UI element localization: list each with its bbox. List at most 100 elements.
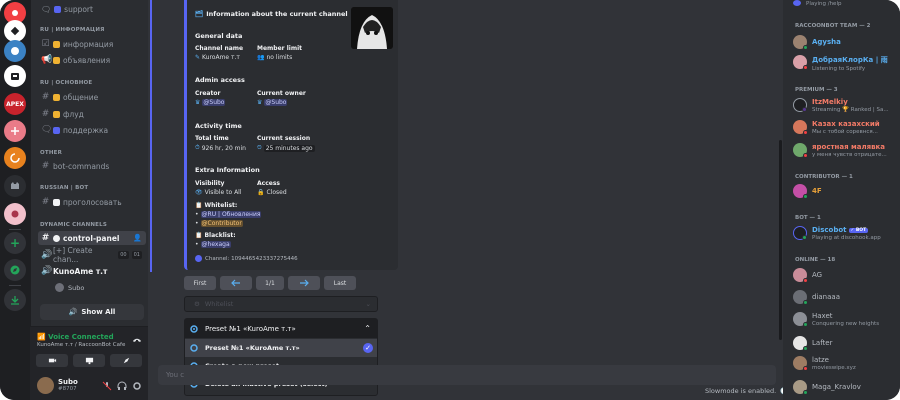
add-member-icon[interactable]: 👤 [133, 234, 142, 242]
compass-icon [10, 265, 20, 275]
channel-bot-commands[interactable]: # bot-commands [38, 159, 146, 173]
channel-flood[interactable]: # флуд [38, 107, 146, 121]
show-all-button[interactable]: 🔊 Show All [40, 304, 144, 320]
section-heading: Extra Information [195, 166, 260, 174]
first-page-button[interactable]: First [184, 276, 216, 290]
card-index-icon: 🗂 [195, 10, 204, 18]
member-dobraya[interactable]: ДобраяКлорКа | 雨 Listening to Spotify [793, 55, 888, 72]
status-online [802, 235, 807, 240]
screen-icon [85, 357, 93, 365]
member-lafter[interactable]: Lafter [793, 336, 832, 351]
member-latze[interactable]: latze movieswipe.xyz [793, 356, 856, 371]
channel-information[interactable]: ☑ информация [38, 37, 146, 51]
member-4f[interactable]: 4F [793, 184, 822, 199]
headphones-icon[interactable] [117, 381, 127, 391]
category-russian-bot[interactable]: RUSSIAN | BOT [40, 185, 88, 191]
whitelist-item: • @Contributor [195, 220, 243, 227]
server-icon-cat[interactable] [4, 175, 26, 197]
server-icon-anime[interactable] [4, 203, 26, 225]
avatar [793, 356, 808, 371]
last-page-button[interactable]: Last [324, 276, 356, 290]
user-mention[interactable]: @Subo [202, 99, 226, 106]
user-mention[interactable]: @Subo [264, 99, 288, 106]
mic-muted-icon[interactable] [102, 381, 112, 391]
channel-voice-kuroame[interactable]: 🔊 KunoAme т.т [38, 264, 146, 278]
server-icon-orange[interactable] [4, 147, 26, 169]
status-online [803, 390, 808, 395]
avatar [793, 35, 808, 50]
message-input[interactable]: You c [158, 365, 776, 385]
member-kazah[interactable]: Казах казахский Мы с тобой соревнся... [793, 120, 880, 135]
prev-page-button[interactable] [220, 276, 252, 290]
discord-window: APEX + 🗨 support RU | ИНФОРМАЦИЯ ☑ инфор… [0, 0, 900, 400]
channel-support[interactable]: 🗨 support [38, 2, 146, 16]
explore-button[interactable] [4, 259, 26, 281]
channel-info-embed: 🗂 Information about the current channel … [184, 0, 398, 270]
member-dianaaa[interactable]: dianaaa [793, 290, 840, 305]
server-icon-white[interactable] [4, 20, 26, 42]
category-ru-main[interactable]: RU | ОСНОВНОЕ [40, 80, 92, 86]
speaker-icon: 🔊 [68, 308, 78, 316]
server-icon-pink[interactable] [4, 120, 26, 142]
bot-icon [53, 234, 60, 242]
role-mention[interactable]: @RU | Обновления [200, 211, 262, 218]
field-label: Current owner [257, 90, 306, 97]
server-icon-robot[interactable] [4, 65, 26, 87]
category-ru-info[interactable]: RU | ИНФОРМАЦИЯ [40, 27, 105, 33]
camera-button[interactable] [36, 354, 68, 367]
member-ag[interactable]: AG [793, 268, 822, 283]
voice-status: 📶 Voice Connected [37, 333, 114, 341]
channel-announcements[interactable]: 📢 объявления [38, 53, 146, 67]
member-maga[interactable]: Maga_Kravlov [793, 380, 861, 395]
member-discobot[interactable]: Discobot ✓ BOT Playing at discohook.app [793, 226, 881, 241]
bot-avatar-icon [195, 255, 202, 262]
server-icon-blue[interactable] [4, 40, 26, 62]
next-page-button[interactable] [288, 276, 320, 290]
member-haxet[interactable]: Haxet Conquering new heights [793, 312, 879, 327]
chat-scrollbar[interactable] [779, 140, 782, 340]
channel-create[interactable]: 🔊 [+] Create chan... 00 01 [38, 246, 146, 264]
checkbox-icon: ☑ [41, 39, 50, 49]
voice-member[interactable]: Subo 🎙 [55, 283, 155, 292]
gear-icon[interactable] [132, 381, 142, 391]
category-dynamic[interactable]: DYNAMIC CHANNELS [40, 222, 107, 228]
embed-thumbnail[interactable] [351, 7, 393, 49]
avatar[interactable] [37, 377, 54, 394]
speaker-icon: 🔊 [41, 266, 53, 276]
bot-badge: ✓ BOT [848, 227, 869, 233]
preset-option[interactable]: Preset №1 «KuroAme т.т» ✓ [185, 339, 377, 357]
member-agysha[interactable]: Agysha [793, 35, 841, 50]
member-yarostnaya[interactable]: яростная малявка у меня чувств отрицате.… [793, 143, 887, 158]
user-count-badge: 00 [118, 251, 129, 259]
puzzle-icon [53, 110, 60, 118]
crown-icon: ♛ [195, 99, 201, 106]
blacklist-heading: 📋 Blacklist: [195, 232, 236, 239]
download-apps-button[interactable] [4, 289, 26, 311]
pin-icon [12, 10, 18, 16]
blacklist-item: • @hexaga [195, 241, 231, 248]
star-icon [53, 93, 60, 101]
channel-general[interactable]: # общение [38, 90, 146, 104]
activity-button[interactable] [110, 354, 142, 367]
role-mention[interactable]: @Contributor [200, 220, 243, 227]
preset-select-header[interactable]: Preset №1 «KuroAme т.т» ⌃ [185, 319, 377, 338]
mention-highlight-bar [150, 0, 152, 272]
channel-help[interactable]: 🗨 поддержка [38, 123, 146, 137]
whitelist-select[interactable]: ⚙ Whitelist ⌄ [184, 296, 378, 312]
channel-control-panel[interactable]: # control-panel 👤 [38, 231, 146, 245]
server-icon-apex[interactable]: APEX [4, 93, 26, 115]
user-mention[interactable]: @hexaga [200, 241, 231, 248]
access-value: 🔒 Closed [257, 189, 287, 196]
category-other[interactable]: OTHER [40, 150, 62, 156]
add-server-button[interactable]: + [4, 232, 26, 254]
gear-icon [190, 324, 198, 333]
member-itzmelkiy[interactable]: ItzMelkiy Streaming 🏆 Ranked | Sa... [793, 98, 889, 113]
member-top[interactable]: Playing /help [793, 0, 841, 7]
channel-vote[interactable]: # проголосовать [38, 195, 146, 209]
crown-icon: ♛ [257, 99, 263, 106]
disconnect-button[interactable] [132, 335, 142, 347]
avatar [793, 226, 807, 240]
screenshare-button[interactable] [73, 354, 105, 367]
camera-icon [48, 358, 56, 363]
voice-channel-path[interactable]: KunoAme т.т / RaccoonBot Cafe [37, 342, 125, 348]
